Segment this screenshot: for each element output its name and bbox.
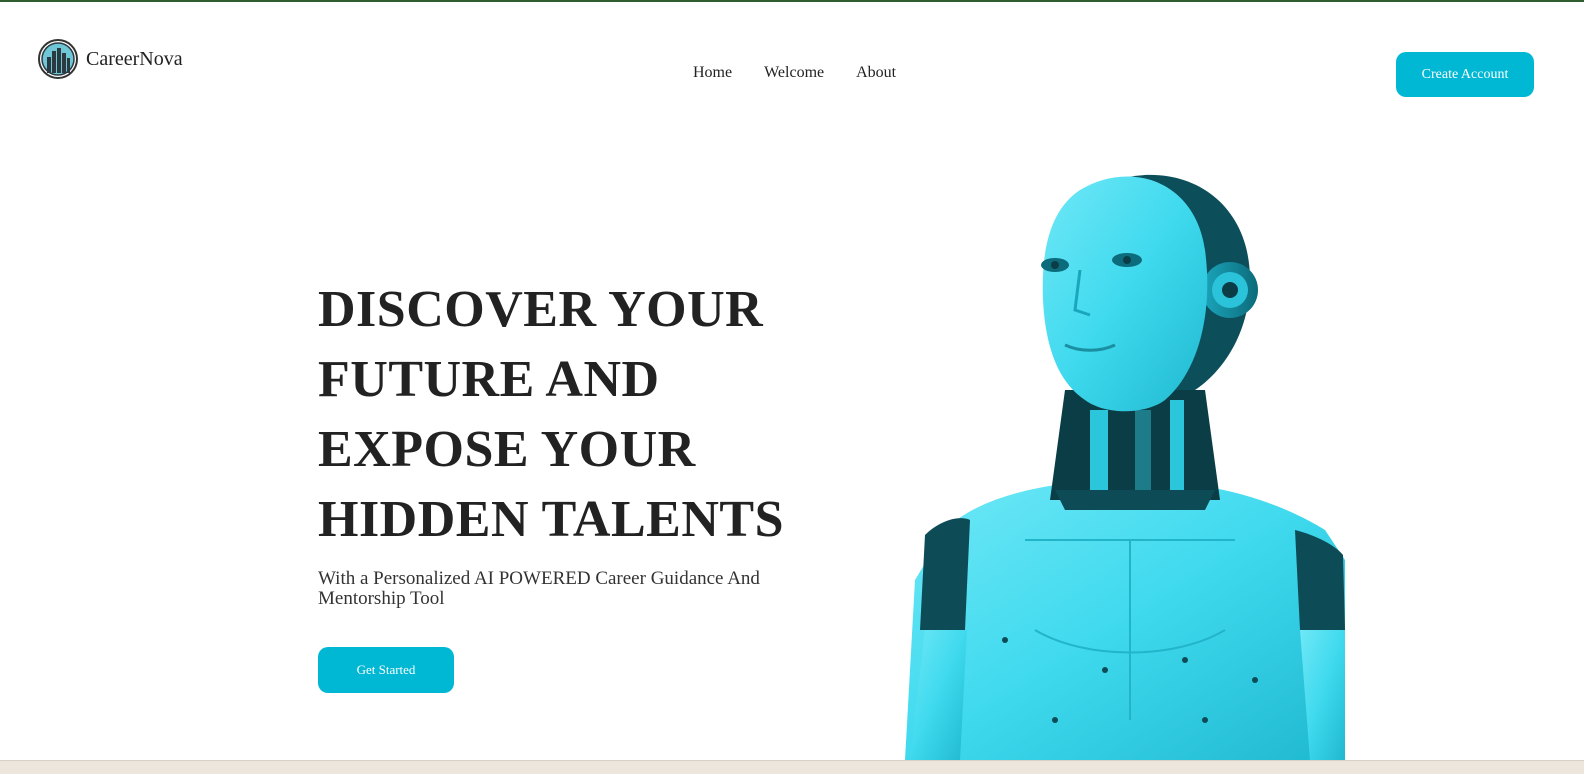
hero-title: DISCOVER YOUR FUTURE AND EXPOSE YOUR HID… [318,275,858,555]
bottom-strip [0,760,1584,774]
robot-illustration [905,174,1345,760]
city-skyline-logo-icon [38,39,78,79]
top-border [0,0,1584,2]
hero-title-line: FUTURE AND [318,351,660,408]
nav-welcome-link[interactable]: Welcome [764,64,824,82]
hero-subtitle: With a Personalized AI POWERED Career Gu… [318,568,760,609]
hero-title-line: EXPOSE YOUR [318,421,696,478]
create-account-button[interactable]: Create Account [1396,52,1534,97]
brand-name: CareerNova [86,47,183,70]
hero-title-line: DISCOVER YOUR [318,281,764,338]
brand-logo[interactable]: CareerNova [38,39,183,79]
get-started-button[interactable]: Get Started [318,647,454,693]
nav-home-link[interactable]: Home [693,64,732,82]
hero-title-line: HIDDEN TALENTS [318,491,784,548]
main-nav: Home Welcome About [693,64,896,82]
landing-page: CareerNova Home Welcome About Create Acc… [0,0,1584,774]
nav-about-link[interactable]: About [856,64,896,82]
